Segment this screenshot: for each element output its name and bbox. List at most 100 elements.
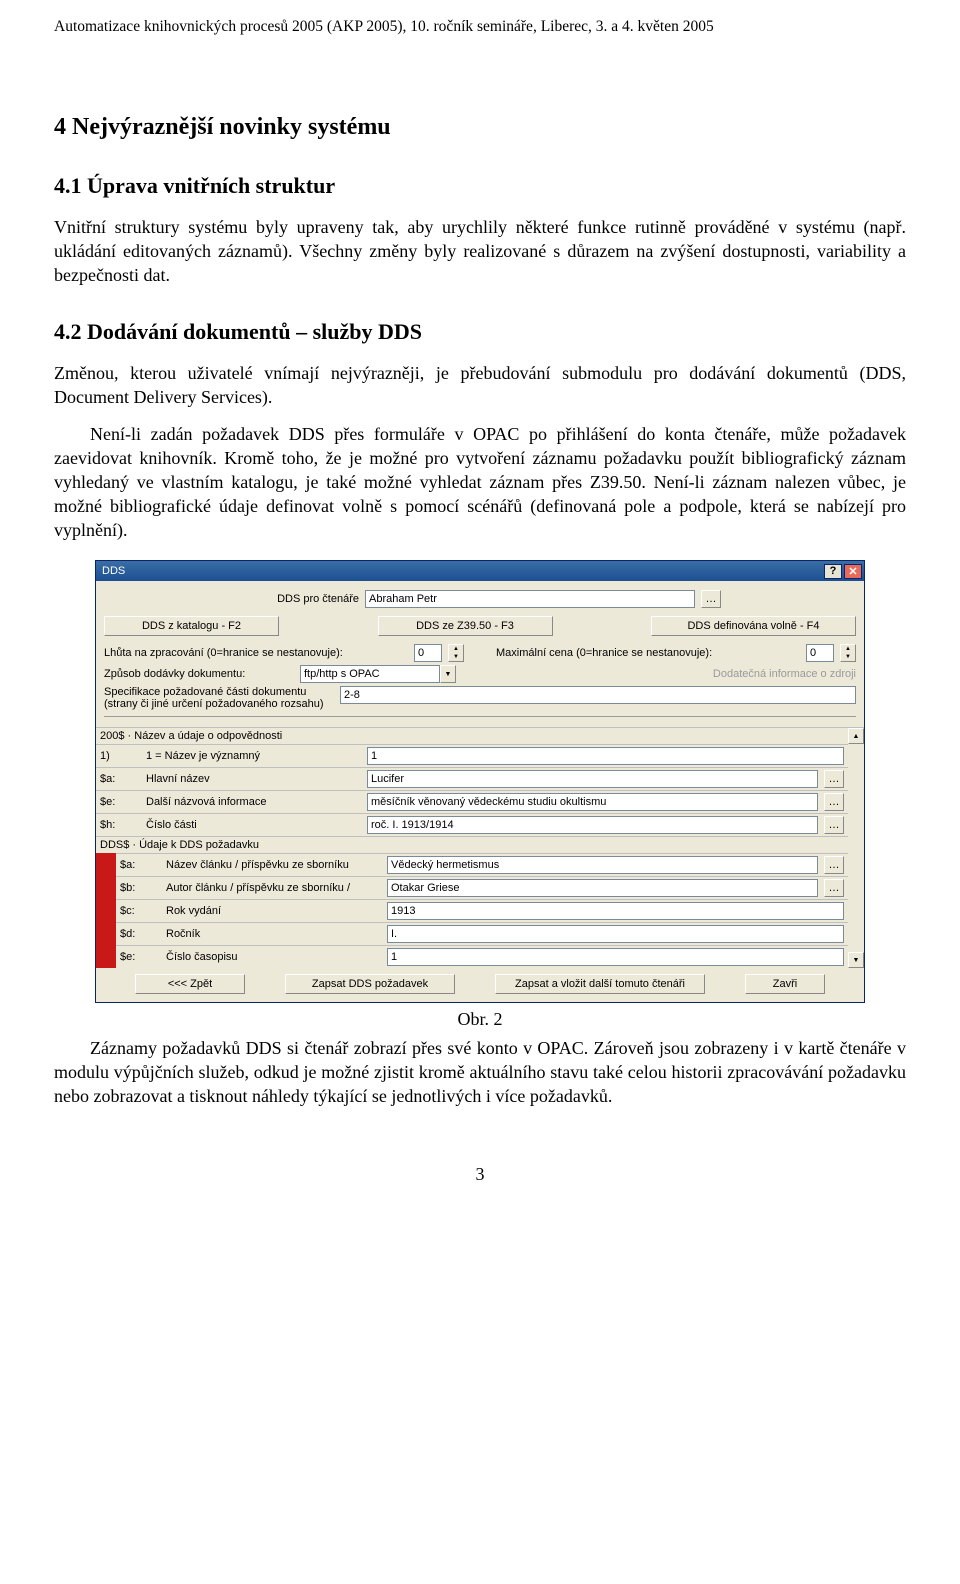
field-browse-button[interactable]: … — [824, 770, 844, 788]
paragraph: Vnitřní struktury systému byly upraveny … — [54, 215, 906, 287]
field-tag: $h: — [100, 819, 140, 831]
window-title: DDS — [102, 565, 822, 577]
help-icon: ? — [830, 565, 837, 577]
heading-4-1: 4.1 Úprava vnitřních struktur — [54, 173, 906, 199]
dots-icon: … — [706, 593, 717, 605]
save-and-add-button[interactable]: Zapsat a vložit další tomuto čtenáři — [495, 974, 705, 994]
delivery-label: Způsob dodávky dokumentu: — [104, 668, 294, 680]
field-tag: $a: — [120, 859, 160, 871]
field-name: Název článku / příspěvku ze sborníku — [166, 859, 381, 871]
dots-icon: … — [829, 796, 840, 808]
heading-4: 4 Nejvýraznější novinky systému — [54, 114, 906, 141]
dds-dialog: DDS ? ✕ DDS pro čtenáře Abraham Petr … D… — [95, 560, 865, 1003]
field-browse-button[interactable]: … — [824, 856, 844, 874]
field-name: Rok vydání — [166, 905, 381, 917]
close-dialog-button[interactable]: Zavři — [745, 974, 825, 994]
divider — [104, 716, 856, 717]
help-button[interactable]: ? — [824, 564, 842, 579]
field-row: 1) 1 = Název je významný 1 — [96, 744, 848, 767]
spec-label: Specifikace požadované části dokumentu (… — [104, 686, 334, 710]
paragraph: Není-li zadán požadavek DDS přes formulá… — [54, 422, 906, 543]
close-button[interactable]: ✕ — [844, 564, 862, 579]
field-input[interactable]: 1 — [367, 747, 844, 765]
page-number: 3 — [54, 1164, 906, 1185]
deadline-label: Lhůta na zpracování (0=hranice se nestan… — [104, 647, 408, 659]
field-tag: $a: — [100, 773, 140, 785]
field-name: Číslo části — [146, 819, 361, 831]
paragraph: Změnou, kterou uživatelé vnímají nejvýra… — [54, 361, 906, 409]
field-name: 1 = Název je významný — [146, 750, 361, 762]
delivery-dropdown-button[interactable]: ▼ — [440, 665, 456, 683]
titlebar: DDS ? ✕ — [96, 561, 864, 581]
deadline-input[interactable]: 0 — [414, 644, 442, 662]
dots-icon: … — [829, 882, 840, 894]
chevron-down-icon: ▼ — [841, 653, 855, 661]
field-browse-button[interactable]: … — [824, 793, 844, 811]
document-header: Automatizace knihovnických procesů 2005 … — [54, 18, 906, 36]
field-name: Hlavní název — [146, 773, 361, 785]
field-input[interactable]: 1 — [387, 948, 844, 966]
back-button[interactable]: <<< Zpět — [135, 974, 245, 994]
field-row: $a: Název článku / příspěvku ze sborníku V… — [116, 853, 848, 876]
delivery-select[interactable]: ftp/http s OPAC — [300, 665, 440, 683]
scroll-track[interactable] — [848, 744, 864, 952]
field-tag: $d: — [120, 928, 160, 940]
field-input[interactable]: měsíčník věnovaný vědeckému studiu okult… — [367, 793, 818, 811]
chevron-down-icon: ▼ — [449, 653, 463, 661]
reader-input[interactable]: Abraham Petr — [365, 590, 695, 608]
field-row: $d: Ročník I. — [116, 922, 848, 945]
dds-free-button[interactable]: DDS definována volně - F4 — [651, 616, 856, 636]
dots-icon: … — [829, 819, 840, 831]
section-dds: DDS$ · Údaje k DDS požadavku — [96, 836, 848, 853]
field-input[interactable]: Lucifer — [367, 770, 818, 788]
dots-icon: … — [829, 859, 840, 871]
field-input[interactable]: 1913 — [387, 902, 844, 920]
close-icon: ✕ — [848, 565, 857, 578]
chevron-down-icon: ▼ — [853, 957, 860, 964]
field-browse-button[interactable]: … — [824, 816, 844, 834]
dds-z3950-button[interactable]: DDS ze Z39.50 - F3 — [378, 616, 553, 636]
figure-2: DDS ? ✕ DDS pro čtenáře Abraham Petr … D… — [54, 560, 906, 1003]
field-input[interactable]: roč. I. 1913/1914 — [367, 816, 818, 834]
field-row: $e: Číslo časopisu 1 — [116, 945, 848, 968]
scroll-up-button[interactable]: ▲ — [848, 728, 864, 744]
field-tag: $b: — [120, 882, 160, 894]
field-name: Ročník — [166, 928, 381, 940]
maxprice-label: Maximální cena (0=hranice se nestanovuje… — [496, 647, 800, 659]
field-input[interactable]: Vědecký hermetismus — [387, 856, 818, 874]
field-name: Číslo časopisu — [166, 951, 381, 963]
field-tag: 1) — [100, 750, 140, 762]
field-row: $a: Hlavní název Lucifer … — [96, 767, 848, 790]
maxprice-stepper[interactable]: ▲ ▼ — [840, 644, 856, 662]
field-row: $h: Číslo části roč. I. 1913/1914 … — [96, 813, 848, 836]
reader-label: DDS pro čtenáře — [239, 593, 359, 605]
field-tag: $c: — [120, 905, 160, 917]
chevron-up-icon: ▲ — [449, 645, 463, 653]
field-row: $b: Autor článku / příspěvku ze sborníku … — [116, 876, 848, 899]
required-marker-band — [96, 853, 116, 968]
figure-caption: Obr. 2 — [54, 1009, 906, 1030]
scrollbar[interactable]: ▲ ▼ — [848, 728, 864, 968]
deadline-stepper[interactable]: ▲ ▼ — [448, 644, 464, 662]
field-browse-button[interactable]: … — [824, 879, 844, 897]
dots-icon: … — [829, 773, 840, 785]
spec-input[interactable]: 2-8 — [340, 686, 856, 704]
field-input[interactable]: I. — [387, 925, 844, 943]
chevron-up-icon: ▲ — [853, 733, 860, 740]
reader-browse-button[interactable]: … — [701, 590, 721, 608]
extra-info-label: Dodatečná informace o zdroji — [713, 668, 856, 680]
maxprice-input[interactable]: 0 — [806, 644, 834, 662]
heading-4-2: 4.2 Dodávání dokumentů – služby DDS — [54, 319, 906, 345]
field-tag: $e: — [100, 796, 140, 808]
save-button[interactable]: Zapsat DDS požadavek — [285, 974, 455, 994]
scroll-down-button[interactable]: ▼ — [848, 952, 864, 968]
field-tag: $e: — [120, 951, 160, 963]
field-name: Autor článku / příspěvku ze sborníku / — [166, 882, 381, 894]
field-row: $e:Další názvová informaceměsíčník věnov… — [96, 790, 848, 813]
dds-catalog-button[interactable]: DDS z katalogu - F2 — [104, 616, 279, 636]
field-row: $c: Rok vydání 1913 — [116, 899, 848, 922]
paragraph: Záznamy požadavků DDS si čtenář zobrazí … — [54, 1036, 906, 1108]
chevron-down-icon: ▼ — [445, 671, 452, 678]
section-200: 200$ · Název a údaje o odpovědnosti — [96, 728, 848, 744]
field-input[interactable]: Otakar Griese — [387, 879, 818, 897]
